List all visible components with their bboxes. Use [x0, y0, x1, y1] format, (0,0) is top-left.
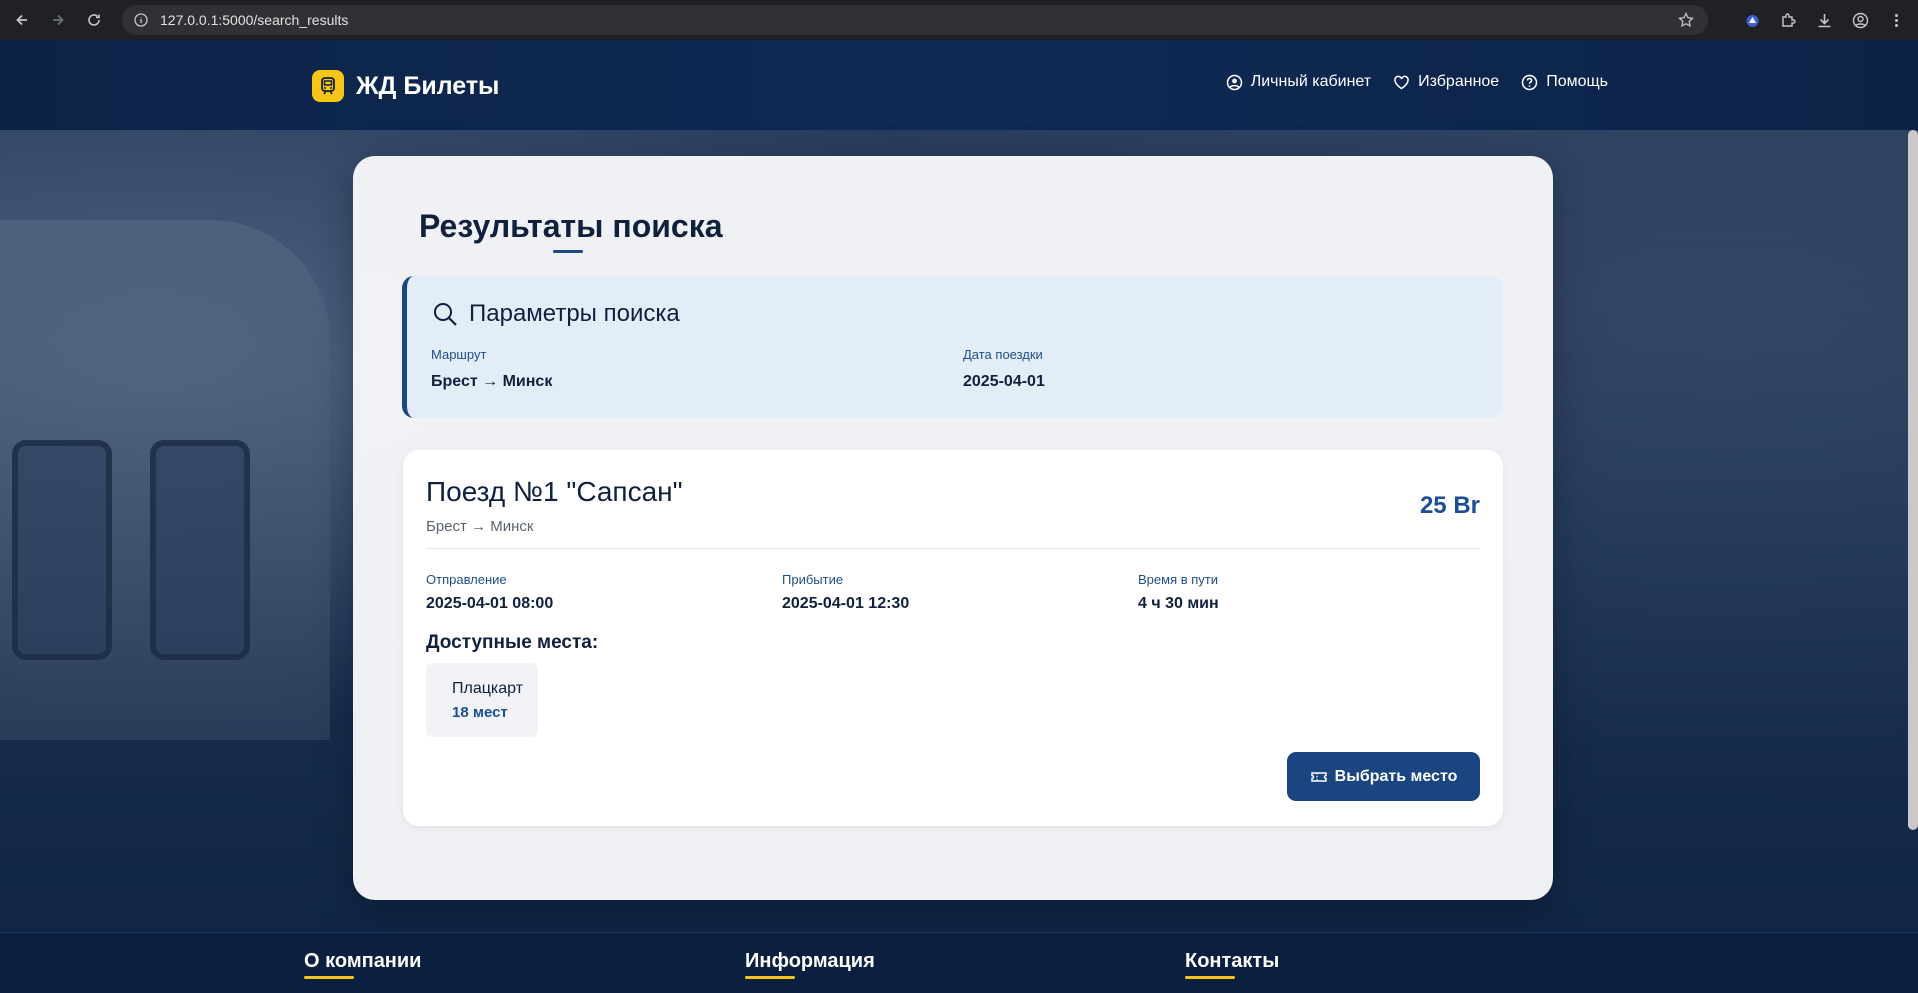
route-label: Маршрут — [431, 347, 487, 362]
search-icon — [434, 303, 457, 326]
nav-link-label: Избранное — [1418, 73, 1500, 90]
url-text[interactable]: 127.0.0.1:5000/search_results — [160, 12, 348, 28]
menu-kebab-icon[interactable] — [1878, 2, 1914, 38]
seat-class-item[interactable]: Плацкарт 18 мест — [426, 663, 538, 737]
site-info-icon[interactable] — [134, 13, 148, 27]
forward-icon[interactable] — [40, 2, 76, 38]
arrival-label: Прибытие — [782, 572, 844, 587]
logo-text: ЖД Билеты — [356, 71, 500, 100]
back-icon[interactable] — [4, 2, 40, 38]
background-decoration — [150, 440, 250, 660]
nav-account-link[interactable]: Личный кабинет — [1226, 73, 1371, 91]
seat-count: 18 мест — [452, 704, 508, 721]
bookmark-star-icon[interactable] — [1678, 12, 1694, 28]
browser-actions — [1734, 0, 1918, 40]
page-title: Результаты поиска — [419, 208, 723, 244]
page-content: ЖД Билеты Личный кабинет Избранное Помощ… — [0, 40, 1918, 993]
reload-icon[interactable] — [76, 2, 112, 38]
search-params-title: Параметры поиска — [469, 300, 680, 327]
background-decoration — [12, 440, 112, 660]
user-circle-icon — [1226, 74, 1242, 90]
page-scrollbar[interactable] — [1908, 130, 1918, 830]
profile-icon[interactable] — [1842, 2, 1878, 38]
duration-value: 4 ч 30 мин — [1138, 595, 1219, 612]
route-value: Брест → Минск — [431, 373, 553, 390]
departure-value: 2025-04-01 08:00 — [426, 595, 554, 612]
nav-link-label: Личный кабинет — [1250, 73, 1372, 90]
train-price: 25 Br — [1419, 492, 1480, 519]
download-icon[interactable] — [1806, 2, 1842, 38]
seats-title: Доступные места: — [426, 632, 599, 653]
nav-link-label: Помощь — [1546, 73, 1608, 90]
site-footer: О компании Информация Контакты — [0, 932, 1918, 993]
address-bar[interactable]: 127.0.0.1:5000/search_results — [122, 5, 1708, 35]
divider — [426, 548, 1480, 549]
ticket-icon — [1310, 771, 1327, 782]
duration-label: Время в пути — [1138, 572, 1218, 587]
extension-icon[interactable] — [1734, 2, 1770, 38]
heart-icon — [1394, 75, 1409, 89]
date-value: 2025-04-01 — [963, 373, 1045, 390]
train-route: Брест → Минск — [426, 518, 534, 535]
arrival-value: 2025-04-01 12:30 — [782, 595, 910, 612]
site-logo[interactable]: ЖД Билеты — [312, 70, 499, 102]
train-name: Поезд №1 "Сапсан" — [426, 476, 683, 507]
search-params-panel: Параметры поиска Маршрут Брест → Минск Д… — [402, 276, 1503, 418]
nav-favorites-link[interactable]: Избранное — [1393, 73, 1499, 91]
title-underline — [553, 250, 583, 253]
header-nav: Личный кабинет Избранное Помощь — [1226, 73, 1608, 91]
search-params-header: Параметры поиска — [431, 300, 680, 328]
select-seat-button[interactable]: Выбрать место — [1287, 752, 1480, 801]
nav-help-link[interactable]: Помощь — [1521, 73, 1608, 91]
extensions-puzzle-icon[interactable] — [1770, 2, 1806, 38]
footer-info-heading: Информация — [745, 950, 875, 979]
departure-label: Отправление — [426, 572, 507, 587]
site-header: ЖД Билеты Личный кабинет Избранное Помощ… — [0, 40, 1918, 130]
footer-about-heading: О компании — [304, 950, 421, 979]
seat-type: Плацкарт — [452, 680, 524, 697]
footer-contacts-heading: Контакты — [1185, 950, 1279, 979]
results-card: Результаты поиска Параметры поиска Маршр… — [353, 156, 1553, 900]
select-seat-label: Выбрать место — [1334, 767, 1458, 785]
browser-toolbar: 127.0.0.1:5000/search_results — [0, 0, 1918, 40]
train-icon — [312, 70, 344, 102]
help-circle-icon — [1521, 74, 1538, 90]
train-result-card: Поезд №1 "Сапсан" Брест → Минск 25 Br От… — [403, 450, 1503, 826]
date-label: Дата поездки — [963, 347, 1043, 362]
